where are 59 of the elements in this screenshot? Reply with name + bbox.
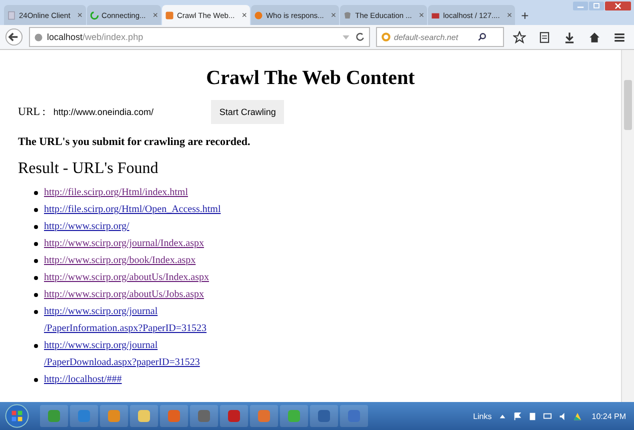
tab-close-button[interactable]: × [330,10,336,20]
badge-icon [254,10,263,20]
result-link[interactable]: http://www.scirp.org/book/Index.aspx [44,252,196,269]
search-icon[interactable] [477,32,487,42]
tab-close-button[interactable]: × [77,10,83,20]
result-link[interactable]: http://file.scirp.org/Html/index.html [44,184,188,201]
address-bar[interactable]: localhost/web/index.php [29,27,370,47]
bullet-icon [34,242,38,246]
links-toolbar[interactable]: Links [473,412,492,420]
home-icon[interactable] [588,30,601,44]
search-field[interactable]: default-search.net [376,27,504,47]
start-crawling-button[interactable]: Start Crawling [211,100,284,124]
tab-close-button[interactable]: × [418,10,424,20]
address-text: localhost/web/index.php [47,32,144,42]
spinner-icon [90,10,99,20]
new-tab-button[interactable]: + [516,8,534,23]
bullet-icon [34,293,38,297]
page-title: Crawl The Web Content [205,67,416,90]
tab-close-button[interactable]: × [506,10,512,20]
result-link[interactable]: http://www.scirp.org/aboutUs/Index.aspx [44,269,209,286]
speaker-icon[interactable] [558,412,567,420]
bullet-icon [34,191,38,195]
close-icon[interactable] [605,0,631,12]
taskbar-app-icon[interactable] [130,405,158,427]
app-icon [165,10,174,20]
page-icon [7,10,16,20]
bookmark-star-icon[interactable] [513,30,526,44]
bullet-icon [34,378,38,382]
taskbar-app-icon[interactable] [310,405,338,427]
bullet-icon [34,259,38,263]
search-engine-icon[interactable] [381,32,391,42]
flag-icon[interactable] [512,412,522,420]
menu-icon[interactable] [613,30,626,44]
bullet-icon [34,344,38,348]
result-link[interactable]: http://file.scirp.org/Html/Open_Access.html [44,201,221,218]
tab-close-button[interactable]: × [152,10,158,20]
reload-icon[interactable] [355,32,365,42]
taskbar-app-icon[interactable] [190,405,218,427]
taskbar-app-icon[interactable] [220,405,248,427]
bullet-icon [34,276,38,280]
download-icon[interactable] [563,30,576,44]
triangle-icon[interactable] [572,412,582,420]
scrollbar[interactable] [621,50,634,402]
tab-close-button[interactable]: × [242,10,247,20]
bullet-icon [34,208,38,212]
clipboard-icon[interactable] [538,30,551,44]
start-button[interactable] [4,403,30,429]
result-heading: Result - URL's Found [18,160,160,178]
result-link[interactable]: http://localhost/### [44,371,122,388]
result-link[interactable]: http://www.scirp.org/aboutUs/Jobs.aspx [44,286,204,303]
result-link[interactable]: http://www.scirp.org/journal/Index.aspx [44,235,204,252]
clock: 10:24 PM [592,412,626,420]
notice-text: The URL's you submit for crawling are recorded. [18,136,252,148]
bullet-icon [34,310,38,314]
bullet-icon [34,225,38,229]
globe-icon [34,32,43,42]
result-link[interactable]: http://www.scirp.org/ [44,218,130,235]
url-label: URL : [18,106,46,118]
back-icon[interactable] [5,28,23,46]
